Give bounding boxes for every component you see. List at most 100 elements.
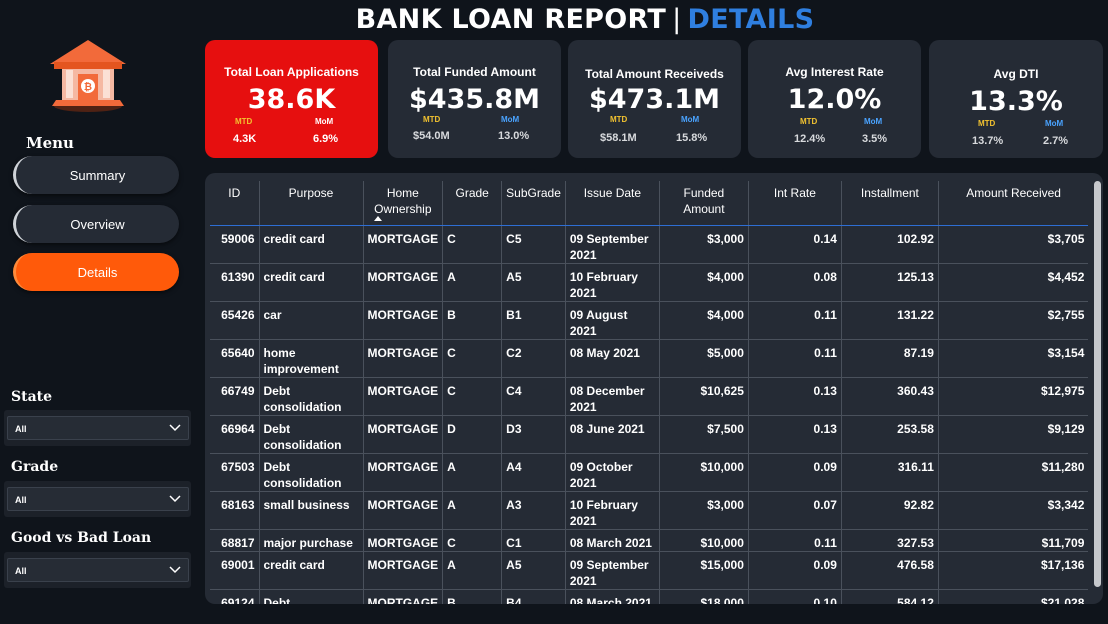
- table-cell: 08 March 2021: [564, 589, 660, 604]
- table-cell: MORTGAGE: [362, 377, 443, 416]
- loan-quality-filter[interactable]: All: [4, 552, 191, 588]
- loan-quality-filter-dropdown[interactable]: All: [7, 558, 189, 582]
- grade-filter-value: All: [15, 495, 27, 505]
- kpi-mom-value: 2.7%: [1043, 135, 1069, 147]
- kpi-card-total-amount-received: Total Amount Receiveds $473.1M MTD MoM $…: [568, 40, 741, 158]
- state-filter-value: All: [15, 424, 27, 434]
- table-cell: 0.11: [747, 529, 842, 552]
- table-cell: $9,129: [937, 415, 1089, 454]
- grade-filter-dropdown[interactable]: All: [7, 487, 189, 511]
- chevron-down-icon: [169, 495, 181, 503]
- table-row[interactable]: 61390 credit card MORTGAGE A A5 10 February 2…: [210, 263, 1089, 302]
- column-header-int-rate[interactable]: Int Rate: [747, 181, 842, 226]
- kpi-mtd-value: $58.1M: [600, 132, 637, 144]
- kpi-mtd-label: MTD: [978, 119, 996, 128]
- column-header-purpose[interactable]: Purpose: [258, 181, 363, 226]
- kpi-title: Avg Interest Rate: [785, 65, 884, 79]
- nav-summary-button[interactable]: Summary: [13, 156, 179, 194]
- table-row[interactable]: 65426 car MORTGAGE B B1 09 August 2021 $4,000 0…: [210, 301, 1089, 340]
- table-cell: MORTGAGE: [362, 551, 443, 590]
- table-cell: credit card: [258, 225, 363, 264]
- kpi-mom-label: MoM: [864, 117, 883, 126]
- nav-details-button[interactable]: Details: [13, 253, 179, 291]
- table-cell: 0.09: [747, 453, 842, 492]
- table-cell: 125.13: [840, 263, 939, 302]
- table-cell: $4,452: [937, 263, 1089, 302]
- column-header-funded-amount[interactable]: Funded Amount: [658, 181, 749, 226]
- table-cell: 68817: [210, 529, 259, 552]
- kpi-mtd-label: MTD: [610, 115, 628, 124]
- table-cell: credit card: [258, 263, 363, 302]
- table-cell: 360.43: [840, 377, 939, 416]
- table-cell: A: [442, 491, 502, 530]
- table-cell: $12,975: [937, 377, 1089, 416]
- table-row[interactable]: 66964 Debt consolidation MORTGAGE D D3 08 Jun…: [210, 415, 1089, 454]
- kpi-mom-label: MoM: [501, 115, 520, 124]
- table-cell: 102.92: [840, 225, 939, 264]
- table-cell: C4: [501, 377, 566, 416]
- table-cell: A3: [501, 491, 566, 530]
- table-cell: A: [442, 263, 502, 302]
- table-cell: $2,755: [937, 301, 1089, 340]
- grade-filter-label: Grade: [11, 459, 59, 475]
- table-cell: Debt: [258, 589, 363, 604]
- table-cell: 09 September 2021: [564, 551, 660, 590]
- column-header-grade[interactable]: Grade: [442, 181, 502, 226]
- column-header-home-ownership[interactable]: Home Ownership: [362, 181, 443, 226]
- table-cell: MORTGAGE: [362, 529, 443, 552]
- table-cell: $15,000: [658, 551, 749, 590]
- table-cell: MORTGAGE: [362, 225, 443, 264]
- column-header-installment[interactable]: Installment: [840, 181, 939, 226]
- table-header-row: ID Purpose Home Ownership Grade SubGrade…: [210, 181, 1089, 226]
- table-cell: $10,625: [658, 377, 749, 416]
- kpi-value: $435.8M: [408, 84, 541, 115]
- table-cell: 66964: [210, 415, 259, 454]
- column-header-issue-date[interactable]: Issue Date: [564, 181, 660, 226]
- table-row[interactable]: 59006 credit card MORTGAGE C C5 09 September …: [210, 225, 1089, 264]
- state-filter-dropdown[interactable]: All: [7, 416, 189, 440]
- table-cell: $21,028: [937, 589, 1089, 604]
- loan-quality-filter-value: All: [15, 566, 27, 576]
- table-row[interactable]: 66749 Debt consolidation MORTGAGE C C4 08 Dec…: [210, 377, 1089, 416]
- table-row[interactable]: 67503 Debt consolidation MORTGAGE A A4 09 Oct…: [210, 453, 1089, 492]
- table-cell: C: [442, 339, 502, 378]
- title-main: BANK LOAN REPORT: [355, 4, 667, 35]
- column-header-amount-received[interactable]: Amount Received: [937, 181, 1089, 226]
- table-row[interactable]: 68817 major purchase MORTGAGE C C1 08 March 2…: [210, 529, 1089, 552]
- state-filter[interactable]: All: [4, 410, 191, 446]
- table-cell: A5: [501, 551, 566, 590]
- table-row[interactable]: 68163 small business MORTGAGE A A3 10 Februar…: [210, 491, 1089, 530]
- kpi-value: 12.0%: [787, 84, 882, 115]
- kpi-mom-label: MoM: [315, 117, 334, 126]
- kpi-title: Total Amount Receiveds: [585, 67, 724, 81]
- table-cell: 131.22: [840, 301, 939, 340]
- table-cell: MORTGAGE: [362, 589, 443, 604]
- column-header-id[interactable]: ID: [210, 181, 259, 226]
- column-header-subgrade[interactable]: SubGrade: [501, 181, 566, 226]
- grade-filter[interactable]: All: [4, 481, 191, 517]
- kpi-value: 13.3%: [969, 86, 1063, 117]
- table-cell: 0.07: [747, 491, 842, 530]
- table-row[interactable]: 69124 Debt MORTGAGE B B4 08 March 2021 $18,000…: [210, 589, 1089, 604]
- table-row[interactable]: 65640 home improvement MORTGAGE C C2 08 May 2…: [210, 339, 1089, 378]
- table-cell: 10 February 2021: [564, 491, 660, 530]
- table-cell: 0.11: [747, 339, 842, 378]
- table-cell: D: [442, 415, 502, 454]
- table-cell: small business: [258, 491, 363, 530]
- table-cell: $3,000: [658, 491, 749, 530]
- table-cell: 69124: [210, 589, 259, 604]
- nav-overview-button[interactable]: Overview: [13, 205, 179, 243]
- table-cell: home improvement: [258, 339, 363, 378]
- table-cell: 0.11: [747, 301, 842, 340]
- svg-text:₿: ₿: [84, 81, 92, 93]
- kpi-card-total-funded-amount: Total Funded Amount $435.8M MTD MoM $54.…: [388, 40, 561, 158]
- table-cell: 69001: [210, 551, 259, 590]
- table-cell: C5: [501, 225, 566, 264]
- table-cell: 0.14: [747, 225, 842, 264]
- table-row[interactable]: 69001 credit card MORTGAGE A A5 09 September …: [210, 551, 1089, 590]
- kpi-mom-value: 15.8%: [676, 132, 708, 144]
- table-cell: $3,000: [658, 225, 749, 264]
- table-cell: credit card: [258, 551, 363, 590]
- table-scrollbar[interactable]: [1094, 181, 1101, 587]
- table-cell: 08 June 2021: [564, 415, 660, 454]
